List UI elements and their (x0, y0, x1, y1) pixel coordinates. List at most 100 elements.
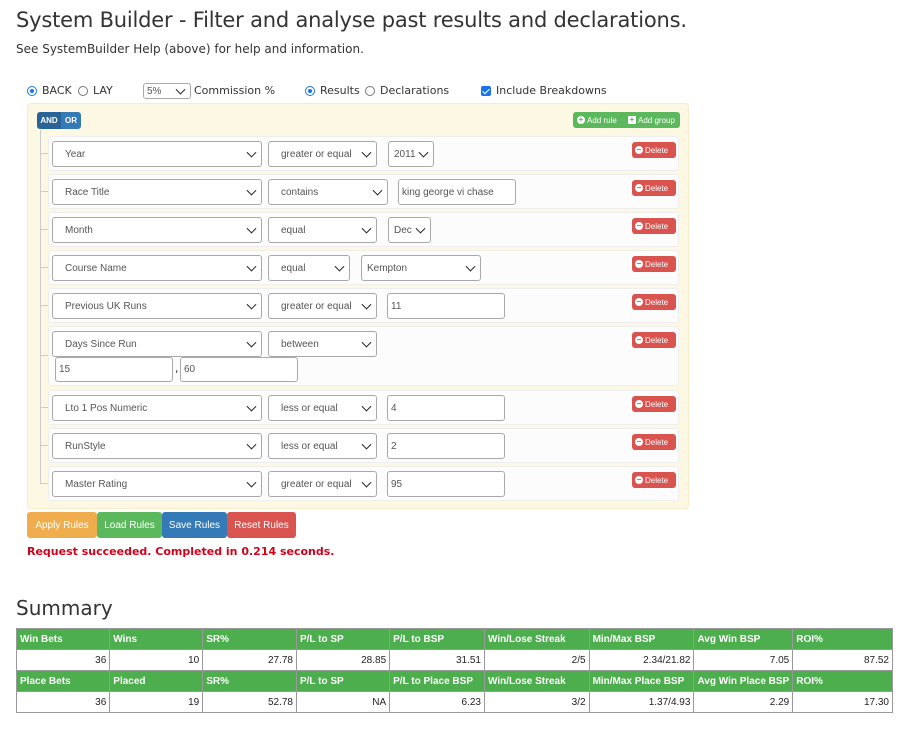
rule-operator-value: less or equal (281, 402, 338, 414)
table-header: SR% (202, 628, 297, 650)
tree-branch (40, 483, 48, 484)
results-radio[interactable]: Results (305, 84, 360, 97)
rule-field-select[interactable]: RunStyle (52, 433, 262, 459)
rule-field-select[interactable]: Master Rating (52, 471, 262, 497)
rule-operator-select[interactable]: less or equal (268, 433, 377, 459)
apply-rules-button[interactable]: Apply Rules (27, 512, 97, 538)
plus-square-icon: + (628, 115, 636, 124)
minus-circle-icon: − (635, 335, 643, 344)
back-radio[interactable]: BACK (27, 84, 72, 97)
add-rule-label: Add rule (587, 115, 617, 125)
rule-value-to-input[interactable]: 60 (180, 357, 298, 382)
rule-field-select[interactable]: Course Name (52, 255, 262, 281)
delete-rule-button[interactable]: − Delete (632, 218, 676, 234)
rule-value: 95 (391, 478, 403, 490)
commission-select[interactable]: 5% (143, 83, 191, 99)
rule-field-value: Month (65, 224, 93, 236)
rule-field-select[interactable]: Race Title (52, 179, 262, 205)
rule-value-select[interactable]: Dec (388, 217, 431, 243)
tree-branch (40, 229, 48, 230)
chevron-down-icon (334, 261, 345, 272)
table-cell: 2/5 (483, 649, 590, 671)
rule-value: 4 (391, 402, 397, 414)
rule-field-select[interactable]: Days Since Run (52, 331, 262, 357)
delete-rule-button[interactable]: − Delete (632, 180, 676, 196)
commission-value: 5% (147, 85, 162, 97)
chevron-down-icon (415, 223, 426, 234)
rule-value-from-input[interactable]: 15 (55, 357, 173, 382)
rule-operator-select[interactable]: between (268, 331, 377, 357)
breakdowns-checkbox[interactable]: Include Breakdowns (481, 84, 607, 97)
page-title: System Builder - Filter and analyse past… (16, 8, 687, 32)
rule-operator-select[interactable]: greater or equal (268, 471, 377, 497)
delete-rule-button[interactable]: − Delete (632, 256, 676, 272)
table-cell: 7.05 (693, 649, 794, 671)
chevron-down-icon (361, 147, 372, 158)
rule-field-select[interactable]: Month (52, 217, 262, 243)
minus-circle-icon: − (635, 399, 643, 408)
rule-value-select[interactable]: 2011 (388, 141, 434, 167)
status-message: Request succeeded. Completed in 0.214 se… (27, 545, 335, 558)
load-rules-button[interactable]: Load Rules (97, 512, 162, 538)
add-rule-button[interactable]: + Add rule (573, 112, 624, 128)
delete-rule-button[interactable]: − Delete (632, 142, 676, 158)
rule-operator-select[interactable]: equal (268, 255, 350, 281)
table-header: Min/Max Place BSP (588, 670, 695, 692)
delete-rule-button[interactable]: − Delete (632, 434, 676, 450)
declarations-label: Declarations (380, 84, 450, 97)
add-group-label: Add group (638, 115, 675, 125)
commission-label: Commission % (194, 84, 276, 97)
or-button[interactable]: OR (61, 112, 81, 129)
tree-branch (40, 267, 48, 268)
delete-label: Delete (645, 221, 669, 231)
chevron-down-icon (361, 223, 372, 234)
delete-label: Delete (645, 297, 669, 307)
rule-value-input[interactable]: 2 (387, 433, 505, 459)
table-cell: 17.30 (792, 691, 893, 713)
delete-label: Delete (645, 335, 669, 345)
delete-label: Delete (645, 145, 669, 155)
place-value-row: 36 19 52.78 NA 6.23 3/2 1.37/4.93 2.29 1… (15, 691, 893, 713)
reset-rules-button[interactable]: Reset Rules (227, 512, 296, 538)
table-cell: 52.78 (202, 691, 297, 713)
rule-value-input[interactable]: 11 (387, 293, 505, 319)
table-cell: 27.78 (202, 649, 297, 671)
save-rules-button[interactable]: Save Rules (162, 512, 227, 538)
table-cell: 6.23 (389, 691, 485, 713)
rule-operator-value: greater or equal (281, 300, 352, 312)
rule-field-select[interactable]: Lto 1 Pos Numeric (52, 395, 262, 421)
table-cell: 1.37/4.93 (588, 691, 695, 713)
delete-rule-button[interactable]: − Delete (632, 472, 676, 488)
and-button[interactable]: AND (37, 112, 61, 129)
win-header-row: Win Bets Wins SR% P/L to SP P/L to BSP W… (15, 628, 893, 650)
chevron-down-icon (246, 439, 257, 450)
tree-branch (40, 153, 48, 154)
chevron-down-icon (246, 147, 257, 158)
rule-value-input[interactable]: king george vi chase (398, 179, 516, 205)
rule-operator-select[interactable]: greater or equal (268, 293, 377, 319)
place-header-row: Place Bets Placed SR% P/L to SP P/L to P… (15, 670, 893, 692)
rule-value-input[interactable]: 95 (387, 471, 505, 497)
delete-rule-button[interactable]: − Delete (632, 294, 676, 310)
rule-operator-select[interactable]: greater or equal (268, 141, 377, 167)
delete-label: Delete (645, 399, 669, 409)
lay-radio[interactable]: LAY (78, 84, 113, 97)
rule-operator-select[interactable]: equal (268, 217, 377, 243)
rule-field-select[interactable]: Previous UK Runs (52, 293, 262, 319)
add-group-button[interactable]: + Add group (624, 112, 680, 128)
rule-operator-select[interactable]: less or equal (268, 395, 377, 421)
rule-value-select[interactable]: Kempton (361, 255, 481, 281)
rule-field-value: RunStyle (65, 440, 106, 452)
table-header: P/L to SP (295, 628, 391, 650)
delete-rule-button[interactable]: − Delete (632, 332, 676, 348)
minus-circle-icon: − (635, 145, 643, 154)
summary-table: Win Bets Wins SR% P/L to SP P/L to BSP W… (15, 628, 893, 713)
rule-field-select[interactable]: Year (52, 141, 262, 167)
rule-value: 11 (391, 300, 402, 312)
delete-rule-button[interactable]: − Delete (632, 396, 676, 412)
win-value-row: 36 10 27.78 28.85 31.51 2/5 2.34/21.82 7… (15, 649, 893, 671)
declarations-radio[interactable]: Declarations (365, 84, 449, 97)
rule-value-input[interactable]: 4 (387, 395, 505, 421)
rule-operator-select[interactable]: contains (268, 179, 388, 205)
table-header: ROI% (792, 628, 893, 650)
